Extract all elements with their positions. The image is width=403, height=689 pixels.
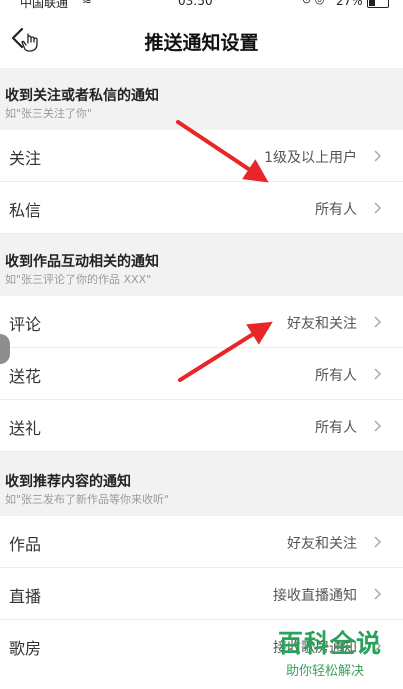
- section-subtitle: 如"张三评论了你的作品 XXX": [5, 273, 152, 286]
- navigation-bar: 推送通知设置: [0, 10, 403, 68]
- chevron-right-icon: [374, 316, 382, 328]
- battery-percent: 27%: [336, 0, 363, 8]
- row-value: 所有人: [315, 202, 357, 218]
- rotation-lock-icon: ⊙ ◎: [302, 0, 324, 6]
- page-title: 推送通知设置: [144, 32, 259, 54]
- section-header-recommend: 收到推荐内容的通知 如"张三发布了新作品等你来收听": [0, 454, 403, 516]
- row-label: 歌房: [9, 639, 42, 658]
- row-label: 关注: [9, 149, 42, 168]
- setting-row-flower[interactable]: 送花 所有人: [0, 348, 403, 400]
- row-value: 所有人: [315, 420, 357, 436]
- section-subtitle: 如"张三关注了你": [5, 107, 93, 120]
- battery-icon: [367, 0, 389, 8]
- setting-row-works[interactable]: 作品 好友和关注: [0, 516, 403, 568]
- chevron-right-icon: [374, 420, 382, 432]
- row-label: 送花: [9, 367, 42, 386]
- chevron-right-icon: [374, 588, 382, 600]
- row-label: 直播: [9, 587, 42, 606]
- wifi-icon: ≋: [82, 0, 93, 7]
- section-title: 收到作品互动相关的通知: [5, 254, 159, 270]
- section-header-interaction: 收到作品互动相关的通知 如"张三评论了你的作品 XXX": [0, 234, 403, 296]
- row-label: 送礼: [9, 419, 42, 438]
- setting-row-message[interactable]: 私信 所有人: [0, 182, 403, 234]
- setting-row-live[interactable]: 直播 接收直播通知: [0, 568, 403, 620]
- row-label: 作品: [9, 535, 42, 554]
- watermark-slogan: 助你轻松解决: [286, 664, 365, 679]
- row-value: 好友和关注: [287, 316, 357, 332]
- chevron-right-icon: [374, 368, 382, 380]
- chevron-right-icon: [374, 150, 382, 162]
- row-label: 评论: [9, 315, 42, 334]
- status-bar: 中国联通 ≋ 03:50 ⊙ ◎ 27%: [0, 0, 403, 10]
- status-time: 03:50: [178, 0, 213, 8]
- section-header-follow: 收到关注或者私信的通知 如"张三关注了你": [0, 68, 403, 130]
- chevron-right-icon: [374, 202, 382, 214]
- section-title: 收到关注或者私信的通知: [5, 88, 159, 104]
- setting-row-gift[interactable]: 送礼 所有人: [0, 400, 403, 452]
- section-title: 收到推荐内容的通知: [5, 474, 131, 490]
- chevron-right-icon: [374, 536, 382, 548]
- row-value: 1级及以上用户: [264, 150, 357, 166]
- row-label: 私信: [9, 201, 42, 220]
- carrier-label: 中国联通: [20, 0, 69, 10]
- setting-row-comment[interactable]: 评论 好友和关注: [0, 296, 403, 348]
- row-value: 所有人: [315, 368, 357, 384]
- row-value: 好友和关注: [287, 536, 357, 552]
- row-value: 接收直播通知: [273, 588, 357, 604]
- setting-row-follow[interactable]: 关注 1级及以上用户: [0, 130, 403, 182]
- watermark-logo: 百科全说: [278, 629, 383, 658]
- watermark: 百科全说 助你轻松解决: [272, 624, 397, 684]
- section-subtitle: 如"张三发布了新作品等你来收听": [5, 493, 170, 506]
